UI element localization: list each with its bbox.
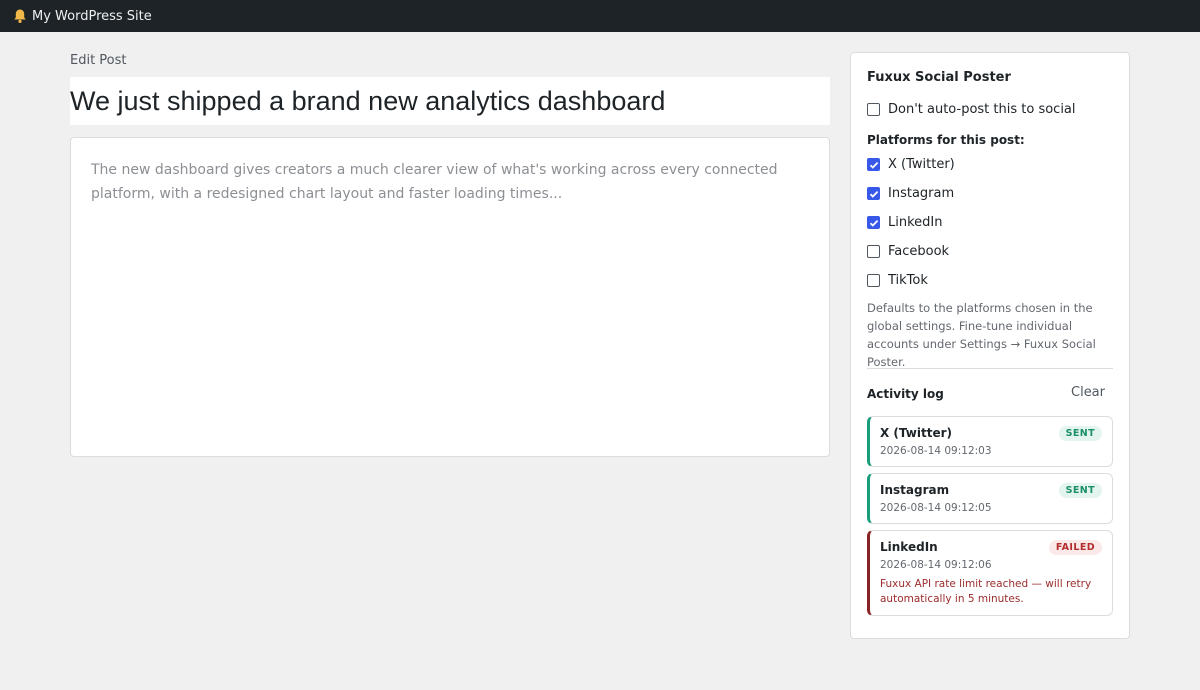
clear-log-button[interactable]: Clear — [1071, 385, 1105, 400]
status-badge: SENT — [1058, 483, 1102, 498]
platform-checkbox-instagram[interactable]: Instagram — [867, 186, 954, 201]
platform-checkbox-facebook[interactable]: Facebook — [867, 244, 949, 259]
social-poster-panel: Fuxux Social Poster Don't auto-post this… — [850, 52, 1130, 639]
page-heading: Edit Post — [70, 53, 127, 68]
post-content-editor[interactable]: The new dashboard gives creators a much … — [70, 137, 830, 457]
platforms-help-text: Defaults to the platforms chosen in the … — [867, 301, 1096, 369]
log-timestamp: 2026-08-14 09:12:03 — [880, 445, 992, 457]
checkmark-icon — [869, 190, 878, 198]
checkmark-icon — [869, 219, 878, 227]
log-entry: X (Twitter) 2026-08-14 09:12:03 SENT — [867, 416, 1113, 467]
platform-checkbox-tiktok[interactable]: TikTok — [867, 273, 928, 288]
platforms-heading: Platforms for this post: — [867, 133, 1025, 147]
bell-icon[interactable] — [13, 8, 27, 24]
platform-label: LinkedIn — [888, 215, 943, 230]
post-title-text: We just shipped a brand new analytics da… — [70, 85, 666, 116]
log-error-message: Fuxux API rate limit reached — will retr… — [880, 578, 1092, 605]
log-timestamp: 2026-08-14 09:12:05 — [880, 502, 992, 514]
admin-bar: My WordPress Site — [0, 0, 1200, 32]
platform-checkbox-x[interactable]: X (Twitter) — [867, 157, 955, 172]
platform-label: TikTok — [888, 273, 928, 288]
checkbox-box[interactable] — [867, 274, 880, 287]
checkbox-box[interactable] — [867, 187, 880, 200]
platform-label: Facebook — [888, 244, 950, 259]
activity-log-title: Activity log — [867, 387, 944, 401]
log-entry: Instagram 2026-08-14 09:12:05 SENT — [867, 473, 1113, 524]
panel-title: Fuxux Social Poster — [867, 70, 1011, 85]
post-content-text: The new dashboard gives creators a much … — [91, 162, 778, 202]
dont-autopost-label: Don't auto-post this to social — [888, 102, 1076, 117]
status-badge: SENT — [1058, 426, 1102, 441]
status-badge: FAILED — [1048, 540, 1102, 555]
checkbox-box[interactable] — [867, 216, 880, 229]
log-timestamp: 2026-08-14 09:12:06 — [880, 559, 992, 571]
checkbox-box[interactable] — [867, 245, 880, 258]
post-title-field[interactable]: We just shipped a brand new analytics da… — [70, 77, 830, 125]
checkmark-icon — [869, 161, 878, 169]
checkbox-box[interactable] — [867, 158, 880, 171]
dont-autopost-checkbox[interactable]: Don't auto-post this to social — [867, 102, 1076, 117]
platform-label: Instagram — [888, 186, 955, 201]
platform-label: X (Twitter) — [888, 157, 955, 172]
checkbox-box[interactable] — [867, 103, 880, 116]
log-entry: LinkedIn 2026-08-14 09:12:06 Fuxux API r… — [867, 530, 1113, 616]
platform-checkbox-linkedin[interactable]: LinkedIn — [867, 215, 942, 230]
divider — [867, 368, 1113, 369]
site-name-link[interactable]: My WordPress Site — [32, 9, 152, 24]
